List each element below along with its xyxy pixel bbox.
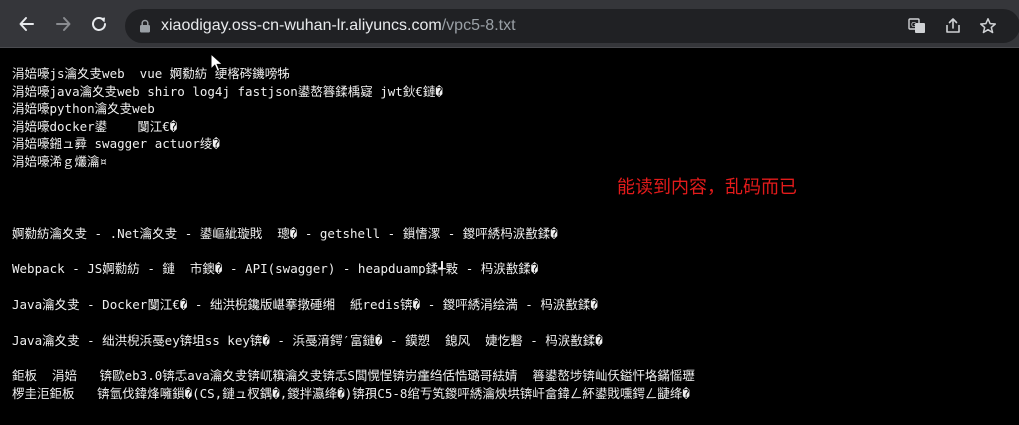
svg-text:G: G [911,21,916,29]
reload-icon [92,17,106,31]
text-line: 涓婄嚎python瀹夊叏web [12,101,155,116]
back-button[interactable] [15,12,39,36]
address-bar[interactable]: xiaodigay.oss-cn-wuhan-lr.aliyuncs.com/v… [125,9,1019,43]
lock-icon [140,19,150,33]
text-line: 涓婄嚎docker鍙 闅江€� [12,119,178,134]
text-line: Java瀹夊叏 - 绌洪棿浜戞ey锛坥ss key锛� - 浜戞湇鍔′富鏈� -… [12,333,603,348]
translate-icon: G [908,18,925,33]
text-line: 涓婄嚎js瀹夊叏web vue 婀勬紡 绠楁硶鐖嗙牬 [12,66,290,81]
url-host: xiaodigay.oss-cn-wuhan-lr.aliyuncs.com [161,17,442,34]
url-text[interactable]: xiaodigay.oss-cn-wuhan-lr.aliyuncs.com/v… [161,16,516,36]
text-line: 椤圭洰鉅板 锛氫伐鍏烽噰鎻�(CS,鏈ュ杈鍝�,鍐拌瀛绛�)锛孭C5-8绾亐笂鍐… [12,386,690,401]
bookmark-button[interactable] [978,16,998,36]
star-icon [979,18,997,34]
forward-button[interactable] [51,12,75,36]
share-icon [946,18,960,33]
text-line: Java瀹夊叏 - Docker闅江€� - 绌洪棿鑱版嵁搴撴硾缃 紙redis… [12,297,598,312]
share-button[interactable] [943,16,963,36]
mouse-cursor-icon [210,53,224,73]
arrow-right-icon [56,17,71,31]
text-line: 涓婄嚎鎺ュ彛 swagger actuor绫� [12,136,220,151]
arrow-left-icon [19,17,34,31]
reload-button[interactable] [87,12,111,36]
annotation-text: 能读到内容，乱码而已 [617,177,797,198]
page-content: 涓婄嚎js瀹夊叏web vue 婀勬紡 绠楁硶鐖嗙牬 涓婄嚎java瀹夊叏web… [0,48,1019,425]
text-line: 婀勬紡瀹夊叏 - .Net瀹夊叏 - 鍙嶇紪璇戝 璁� - getshell -… [12,226,558,241]
translate-button[interactable]: G [907,16,927,36]
text-line: Webpack - JS婀勬紡 - 鏈 市鐭� - API(swagger) -… [12,261,539,276]
text-line: 涓婄嚎java瀹夊叏web shiro log4j fastjson鍙嶅簭鍒楀寲… [12,84,443,99]
url-path: /vpc5-8.txt [441,17,516,34]
text-line: 鉅板 涓婄 锛歐eb3.0锛忎ava瀹夊叏锛屼簯瀹夊叏锛忎S闆愰悜锛岃瘽绉佸悎璐… [12,368,695,383]
text-line: 涓婄嚎浠ｇ爜瀹¤ [12,154,108,169]
browser-toolbar: xiaodigay.oss-cn-wuhan-lr.aliyuncs.com/v… [0,0,1019,48]
